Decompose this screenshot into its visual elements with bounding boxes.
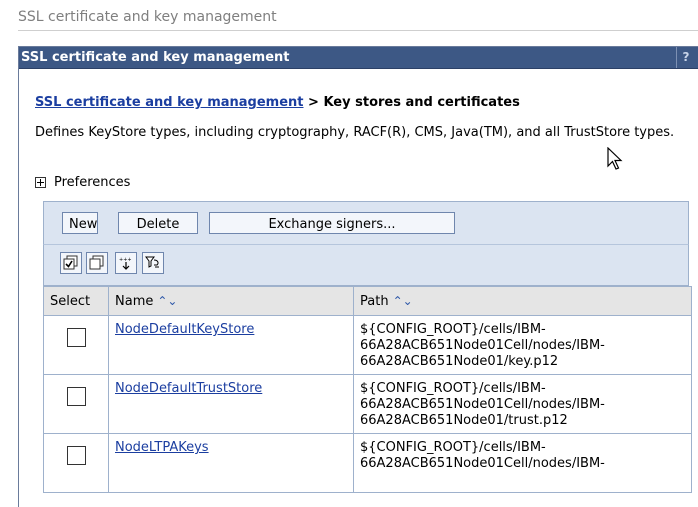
page-description: Defines KeyStore types, including crypto… (35, 125, 675, 140)
button-toolbar: New Delete Exchange signers... (43, 201, 689, 244)
keystore-path: ${CONFIG_ROOT}/cells/IBM-66A28ACB651Node… (353, 433, 692, 493)
sort-icon[interactable]: ⌃⌄ (157, 294, 177, 308)
breadcrumb: SSL certificate and key management > Key… (35, 95, 520, 110)
keystore-path: ${CONFIG_ROOT}/cells/IBM-66A28ACB651Node… (353, 315, 692, 375)
delete-button[interactable]: Delete (118, 212, 198, 234)
panel-header: SSL certificate and key management ? (19, 47, 698, 69)
row-select-checkbox[interactable] (66, 446, 86, 465)
keystore-name-link[interactable]: NodeLTPAKeys (115, 440, 209, 455)
exchange-signers-button[interactable]: Exchange signers... (209, 212, 455, 234)
keystore-path: ${CONFIG_ROOT}/cells/IBM-66A28ACB651Node… (353, 374, 692, 434)
clear-filter-icon[interactable] (142, 252, 164, 274)
expand-icon[interactable] (35, 177, 46, 188)
panel-title: SSL certificate and key management (21, 50, 290, 65)
main-panel: SSL certificate and key management ? SSL… (18, 46, 698, 507)
table-row: NodeDefaultKeyStore ${CONFIG_ROOT}/cells… (43, 315, 692, 375)
row-select-checkbox[interactable] (66, 387, 86, 406)
select-all-icon[interactable] (60, 252, 82, 274)
svg-text:+++: +++ (119, 257, 132, 263)
row-select-checkbox[interactable] (66, 328, 86, 347)
preferences-label: Preferences (54, 175, 131, 190)
table-header-row: Select Name ⌃⌄ Path ⌃⌄ (43, 286, 692, 316)
keystores-table: Select Name ⌃⌄ Path ⌃⌄ NodeDefaultKeyStore… (43, 286, 692, 493)
keystore-name-link[interactable]: NodeDefaultKeyStore (115, 322, 254, 337)
name-column-header[interactable]: Name ⌃⌄ (108, 286, 354, 316)
icon-toolbar: +++ (43, 244, 689, 286)
keystore-collection: New Delete Exchange signers... +++ Selec… (43, 201, 692, 493)
mouse-pointer-icon (607, 146, 623, 175)
table-row: NodeLTPAKeys ${CONFIG_ROOT}/cells/IBM-66… (43, 433, 692, 493)
breadcrumb-separator: > (303, 95, 324, 110)
select-column-header: Select (43, 286, 109, 316)
table-row: NodeDefaultTrustStore ${CONFIG_ROOT}/cel… (43, 374, 692, 434)
breadcrumb-link-ssl[interactable]: SSL certificate and key management (35, 95, 304, 110)
title-divider (18, 30, 698, 31)
new-button[interactable]: New (62, 212, 98, 234)
help-button[interactable]: ? (676, 47, 695, 68)
show-filter-icon[interactable]: +++ (115, 252, 137, 274)
page-title: SSL certificate and key management (18, 9, 277, 25)
sort-icon[interactable]: ⌃⌄ (393, 294, 413, 308)
keystore-name-link[interactable]: NodeDefaultTrustStore (115, 381, 262, 396)
path-column-header[interactable]: Path ⌃⌄ (353, 286, 692, 316)
breadcrumb-current: Key stores and certificates (323, 95, 520, 110)
preferences-toggle[interactable]: Preferences (35, 175, 130, 190)
deselect-all-icon[interactable] (86, 252, 108, 274)
